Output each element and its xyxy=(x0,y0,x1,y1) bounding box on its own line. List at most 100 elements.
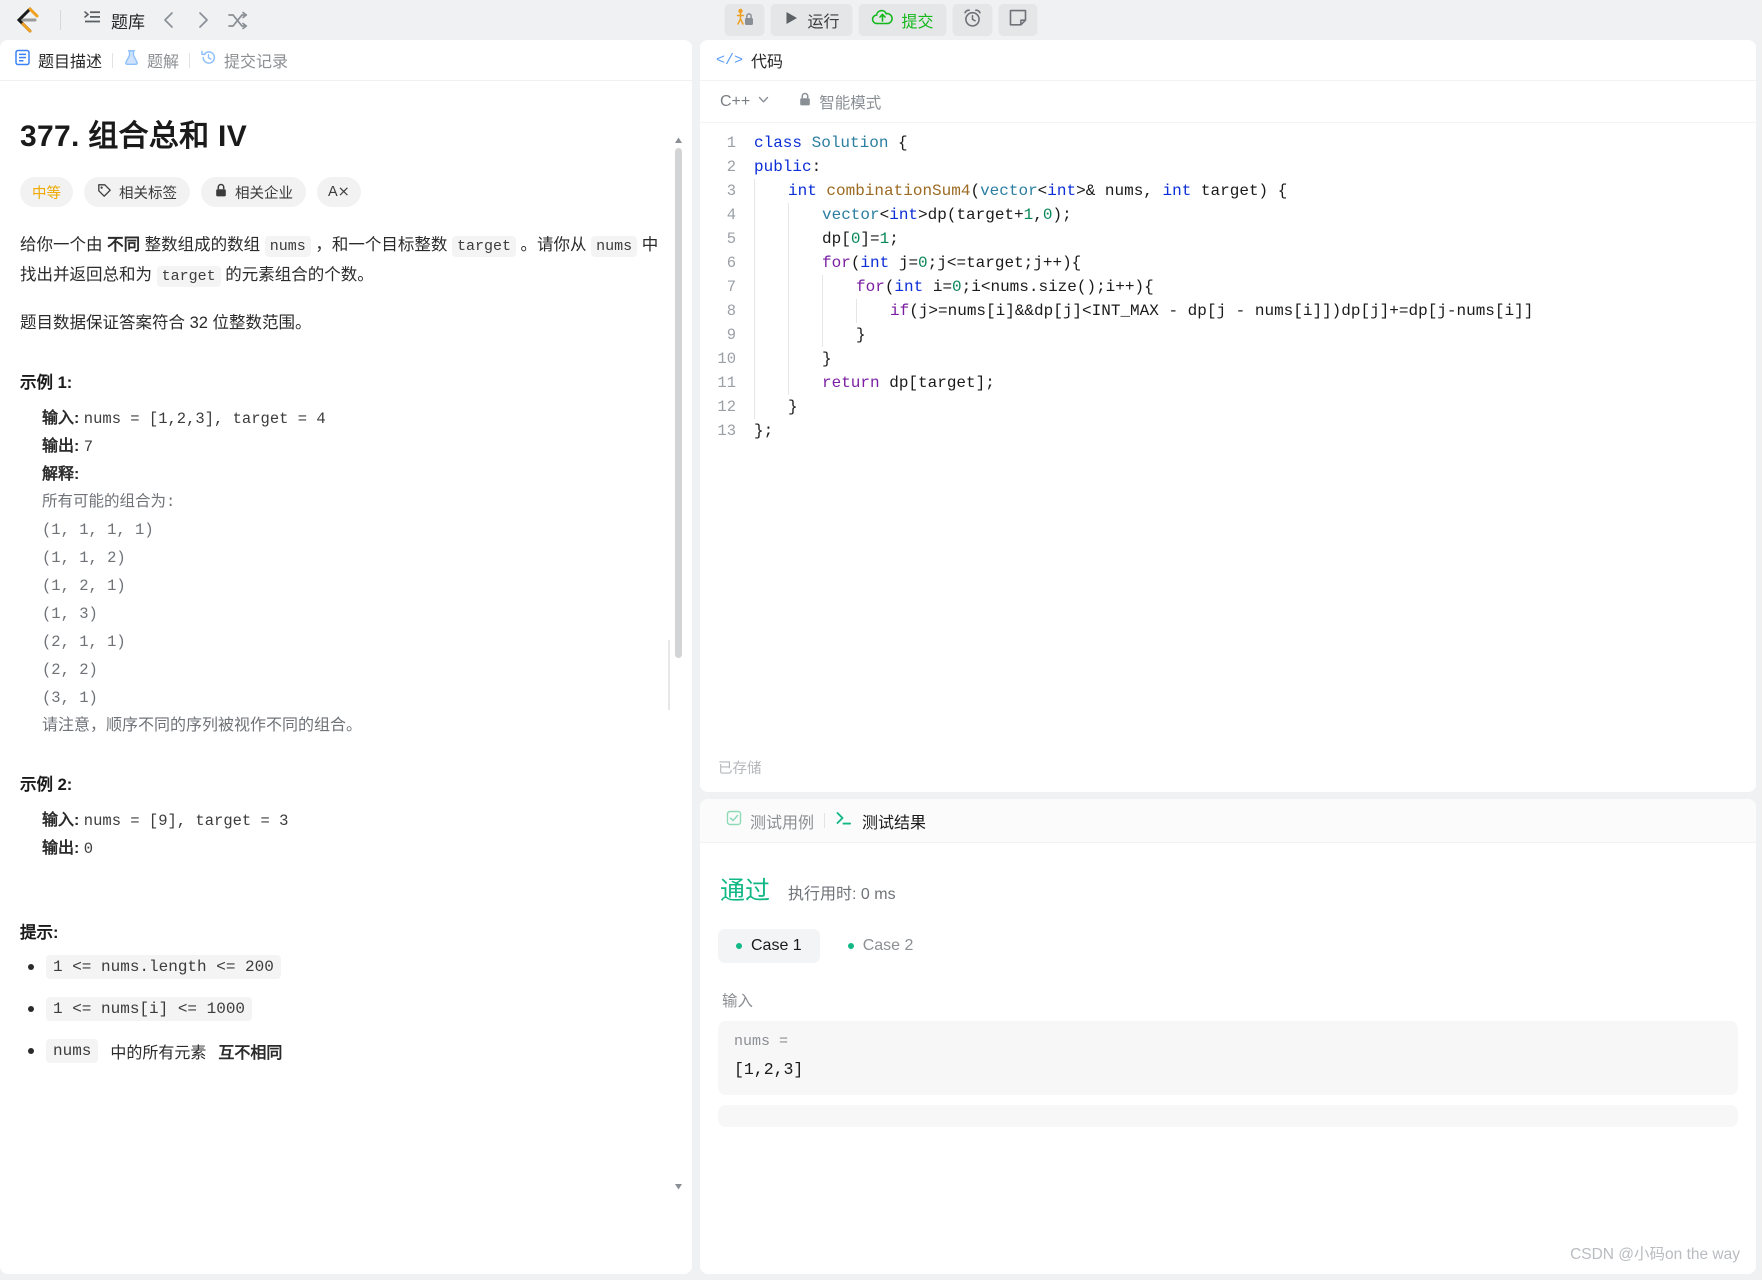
code-line[interactable]: 9 } xyxy=(700,323,1756,347)
code-line[interactable]: 5 dp[0]=1; xyxy=(700,227,1756,251)
note-button[interactable] xyxy=(998,4,1038,36)
list-item: nums 中的所有元素 互不相同 xyxy=(28,1039,662,1063)
tab-submissions[interactable]: 提交记录 xyxy=(190,40,298,80)
difficulty-badge[interactable]: 中等 xyxy=(20,177,73,207)
combo-6: (3, 1) xyxy=(42,689,98,707)
problemset-button[interactable]: 题库 xyxy=(77,4,151,37)
code-line[interactable]: 7 for(int i=0;i<nums.size();i++){ xyxy=(700,275,1756,299)
list-item: 1 <= nums[i] <= 1000 xyxy=(28,997,662,1021)
stmt-bold-different: 不同 xyxy=(107,236,141,254)
related-tags-button[interactable]: 相关标签 xyxy=(84,177,190,207)
tab-test-results[interactable]: 测试结果 xyxy=(825,809,936,833)
test-panel: 测试用例 测试结果 通过 执行用时: 0 ms Case 1 Case 2 输入… xyxy=(700,799,1756,1274)
terminal-icon xyxy=(835,810,854,832)
code-text: } xyxy=(754,347,832,371)
code-text: return dp[target]; xyxy=(754,371,995,395)
code-token: } xyxy=(822,350,832,368)
problem-content: 377. 组合总和 IV 中等 相关标签 相关企业 A⨯ 给你一个由 不同 整数… xyxy=(0,81,692,1274)
code-line[interactable]: 1 class Solution { xyxy=(700,131,1756,155)
code-token: for xyxy=(856,278,885,296)
code-token: int xyxy=(889,206,919,224)
code-token: return xyxy=(822,374,880,392)
code-text: dp[0]=1; xyxy=(754,227,899,251)
code-line[interactable]: 11 return dp[target]; xyxy=(700,371,1756,395)
tab-description[interactable]: 题目描述 xyxy=(4,40,112,80)
line-number: 5 xyxy=(726,230,736,248)
leetcode-logo-icon[interactable] xyxy=(10,3,44,37)
timer-button[interactable] xyxy=(952,4,993,36)
case-status-dot-icon xyxy=(736,943,742,949)
problem-scrollbar[interactable] xyxy=(673,132,684,1212)
code-line[interactable]: 12 } xyxy=(700,395,1756,419)
combo-5: (2, 2) xyxy=(42,661,98,679)
smart-mode-toggle[interactable]: 智能模式 xyxy=(798,91,881,113)
code-text: } xyxy=(754,395,798,419)
problem-panel: 题目描述 题解 提交记录 377. 组合总和 IV 中等 相关标签 相关企业 A… xyxy=(0,40,692,1274)
case-tab-2[interactable]: Case 2 xyxy=(830,929,932,963)
code-token: i= xyxy=(923,278,953,296)
scroll-down-arrow-icon[interactable] xyxy=(674,1178,683,1190)
example-1-explain-intro: 所有可能的组合为: xyxy=(42,488,662,516)
scroll-up-arrow-icon[interactable] xyxy=(674,132,683,143)
indent-guide xyxy=(788,251,822,275)
code-token: ); xyxy=(1052,206,1072,224)
toolbar-divider xyxy=(60,10,61,30)
cloud-upload-icon xyxy=(871,8,894,33)
tab-testcases[interactable]: 测试用例 xyxy=(716,809,824,833)
indent-guide xyxy=(754,251,788,275)
combo-line: (1, 1, 1, 1) xyxy=(42,516,662,544)
flask-icon xyxy=(123,49,140,71)
indent-guide xyxy=(856,299,890,323)
related-companies-button[interactable]: 相关企业 xyxy=(201,177,306,207)
related-companies-label: 相关企业 xyxy=(235,185,293,202)
indent-guide xyxy=(822,275,856,299)
tab-solutions[interactable]: 题解 xyxy=(113,40,189,80)
code-token: 0 xyxy=(918,254,928,272)
panel-resize-handle[interactable] xyxy=(668,640,670,710)
case-tab-1[interactable]: Case 1 xyxy=(718,929,820,963)
code-title-label: 代码 xyxy=(751,54,784,71)
code-text: vector<int>dp(target+1,0); xyxy=(754,203,1072,227)
code-token: ]= xyxy=(860,230,880,248)
indent-guide xyxy=(788,299,822,323)
language-selector[interactable]: C++ xyxy=(714,90,776,114)
lock-icon xyxy=(214,183,228,202)
code-editor-area[interactable]: 1 class Solution {2 public: 3 int combinati… xyxy=(700,123,1756,792)
code-text: class Solution { xyxy=(754,131,908,155)
code-line[interactable]: 8 if(j>=nums[i]&&dp[j]<INT_MAX - dp[j - … xyxy=(700,299,1756,323)
code-line[interactable]: 4 vector<int>dp(target+1,0); xyxy=(700,203,1756,227)
debug-lock-icon xyxy=(733,7,755,34)
tab-solutions-label: 题解 xyxy=(147,54,180,71)
indent-guide xyxy=(754,395,788,419)
bullet-icon xyxy=(28,1048,34,1054)
translate-button[interactable]: A⨯ xyxy=(317,177,361,207)
code-token: < xyxy=(879,206,890,224)
line-number: 7 xyxy=(726,278,736,296)
code-lines-container[interactable]: 1 class Solution {2 public: 3 int combinati… xyxy=(700,131,1756,443)
code-editor-panel: </> 代码 C++ 智能模式 1 class Solution {2 pub… xyxy=(700,40,1756,792)
code-token: int xyxy=(1162,182,1192,200)
problem-tabs: 题目描述 题解 提交记录 xyxy=(0,40,692,81)
code-token: }; xyxy=(754,422,774,440)
run-button[interactable]: 运行 xyxy=(770,4,853,36)
submit-button[interactable]: 提交 xyxy=(858,4,947,36)
right-column: </> 代码 C++ 智能模式 1 class Solution {2 pub… xyxy=(700,40,1762,1274)
scrollbar-thumb[interactable] xyxy=(675,148,682,658)
code-line[interactable]: 10 } xyxy=(700,347,1756,371)
problemset-label: 题库 xyxy=(111,12,145,32)
code-token: if xyxy=(890,302,910,320)
code-line[interactable]: 2 public: xyxy=(700,155,1756,179)
code-icon: </> xyxy=(716,51,744,69)
example-1-output-line: 输出: 7 xyxy=(42,433,662,461)
random-problem-button[interactable] xyxy=(221,5,253,35)
code-token: { xyxy=(888,134,908,152)
next-problem-button[interactable] xyxy=(187,5,219,35)
code-line[interactable]: 3 int combinationSum4(vector<int>& nums,… xyxy=(700,179,1756,203)
example-2-input-value: nums = [9], target = 3 xyxy=(83,812,289,830)
debug-button[interactable] xyxy=(724,4,765,36)
constraints-list: 1 <= nums.length <= 200 1 <= nums[i] <= … xyxy=(20,955,662,1063)
code-line[interactable]: 13}; xyxy=(700,419,1756,443)
stmt-part-2: 整数组成的数组 xyxy=(140,236,265,254)
prev-problem-button[interactable] xyxy=(153,5,185,35)
code-line[interactable]: 6 for(int j=0;j<=target;j++){ xyxy=(700,251,1756,275)
